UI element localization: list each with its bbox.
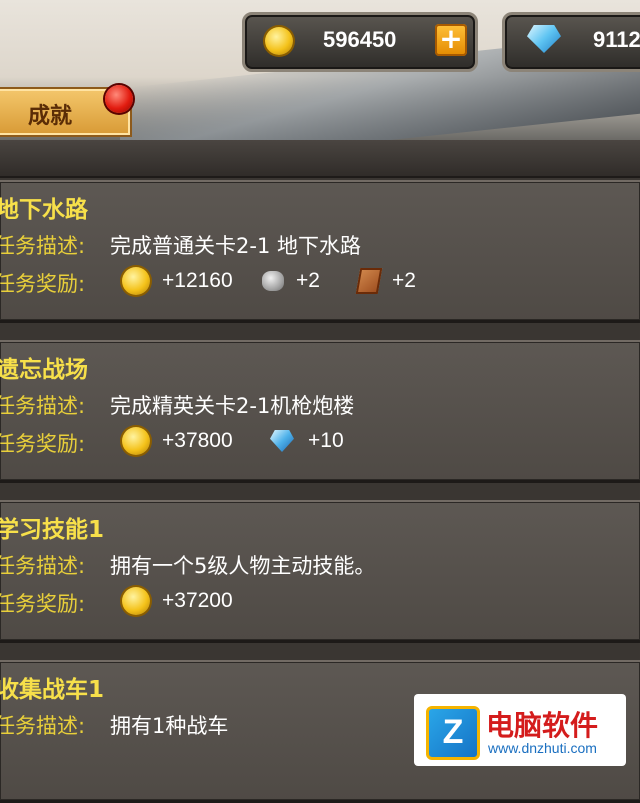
gem-amount: 91125	[593, 27, 640, 52]
reward-value: +10	[308, 429, 344, 452]
reward-value: +2	[392, 269, 416, 292]
reward-item: +37800	[122, 426, 233, 456]
desc-label: 任务描述:	[0, 714, 86, 738]
notification-dot-icon	[105, 85, 133, 113]
achievement-card[interactable]: 地下水路 任务描述: 完成普通关卡2-1 地下水路 任务奖励: +12160 +…	[0, 180, 640, 323]
achievement-title: 地下水路	[0, 197, 88, 223]
book-icon	[355, 268, 383, 294]
achievement-card[interactable]: 学习技能1 任务描述: 拥有一个5级人物主动技能。 任务奖励: +37200	[0, 500, 640, 643]
reward-item: +2	[355, 266, 416, 296]
reward-item: +12160	[122, 266, 233, 296]
reward-value: +2	[296, 269, 320, 292]
reward-value: +12160	[162, 269, 233, 292]
gem-resource-bar: 91125	[502, 12, 640, 72]
achievement-title: 遗忘战场	[0, 357, 88, 383]
desc-label: 任务描述:	[0, 394, 86, 418]
reward-item: +10	[270, 426, 344, 456]
site-logo-icon: Z	[426, 706, 480, 760]
achievement-desc: 拥有1种战车	[110, 714, 229, 738]
watermark-title: 电脑软件	[486, 709, 599, 742]
diamond-icon	[527, 25, 561, 53]
achievement-desc: 完成普通关卡2-1 地下水路	[110, 234, 361, 258]
achievement-title: 学习技能1	[0, 517, 105, 543]
reward-label: 任务奖励:	[0, 592, 86, 616]
watermark-url: www.dnzhuti.com	[488, 740, 597, 756]
achievement-title: 收集战车1	[0, 677, 105, 703]
gold-resource-bar: 596450 +	[242, 12, 478, 72]
gold-amount: 596450	[323, 27, 397, 52]
watermark: Z 电脑软件 www.dnzhuti.com	[414, 694, 626, 766]
reward-value: +37200	[162, 589, 233, 612]
tab-label: 成就	[28, 104, 73, 129]
desc-label: 任务描述:	[0, 554, 86, 578]
desc-label: 任务描述:	[0, 234, 86, 258]
reward-label: 任务奖励:	[0, 272, 86, 296]
achievement-desc: 拥有一个5级人物主动技能。	[110, 554, 376, 578]
reward-item: +37200	[122, 586, 233, 616]
gold-coin-icon	[122, 267, 150, 295]
add-gold-button[interactable]: +	[435, 24, 467, 56]
gold-coin-icon	[122, 427, 150, 455]
logo-letter: Z	[442, 713, 464, 751]
gold-coin-icon	[122, 587, 150, 615]
diamond-icon	[270, 430, 294, 452]
reward-value: +37800	[162, 429, 233, 452]
gold-coin-icon	[265, 27, 293, 55]
achievement-list[interactable]: 地下水路 任务描述: 完成普通关卡2-1 地下水路 任务奖励: +12160 +…	[0, 140, 640, 803]
reward-label: 任务奖励:	[0, 432, 86, 456]
achievement-desc: 完成精英关卡2-1机枪炮楼	[110, 394, 355, 418]
reward-item: +2	[262, 266, 320, 296]
stone-icon	[262, 271, 284, 291]
achievement-card[interactable]: 遗忘战场 任务描述: 完成精英关卡2-1机枪炮楼 任务奖励: +37800 +1…	[0, 340, 640, 483]
